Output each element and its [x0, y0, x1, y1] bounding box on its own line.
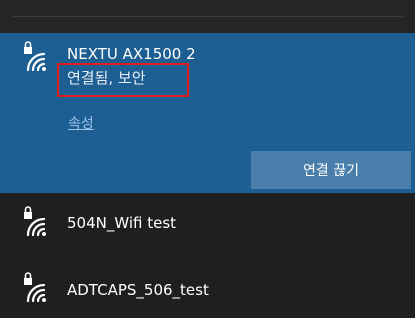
- status-highlight-box: [57, 63, 189, 97]
- network-list-item[interactable]: ADTCAPS_506_test: [0, 265, 415, 315]
- wifi-secured-icon: [24, 206, 46, 237]
- divider: [12, 16, 403, 17]
- disconnect-button[interactable]: 연결 끊기: [251, 151, 411, 189]
- network-name: ADTCAPS_506_test: [67, 281, 209, 299]
- wifi-secured-icon: [24, 272, 46, 303]
- wifi-secured-icon: [24, 41, 46, 72]
- properties-link[interactable]: 속성: [68, 113, 94, 133]
- list-top-strip: [0, 0, 415, 33]
- selected-network-name: NEXTU AX1500 2: [67, 45, 196, 63]
- network-list-item[interactable]: 504N_Wifi test: [0, 199, 415, 249]
- wifi-flyout: NEXTU AX1500 2 연결됨, 보안 속성 연결 끊기 504N_Wif…: [0, 0, 415, 318]
- network-name: 504N_Wifi test: [67, 214, 177, 232]
